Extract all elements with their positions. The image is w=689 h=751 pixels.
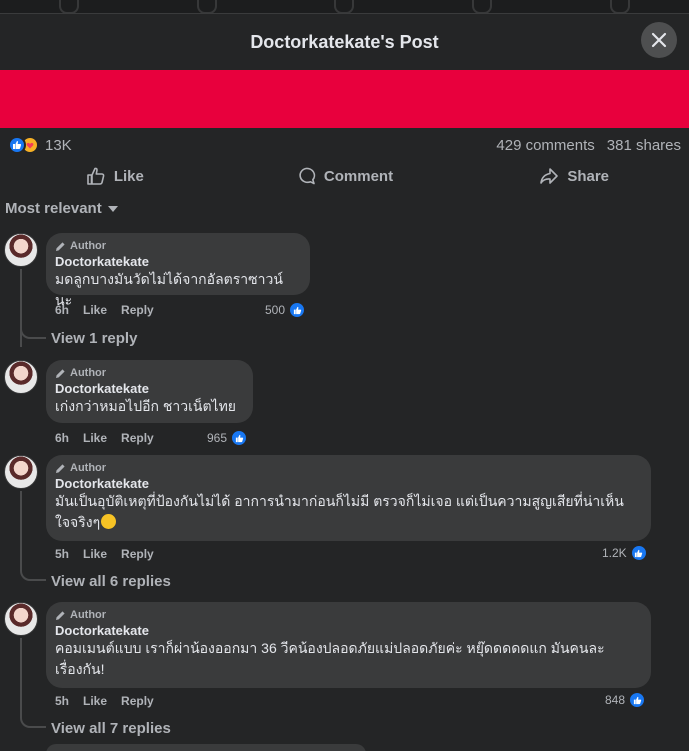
pen-icon [56,241,65,251]
sad-face-emoji-icon [101,514,117,529]
comment-reply-button[interactable]: Reply [121,694,154,708]
share-icon [540,168,559,184]
comment-meta: 5h Like Reply [55,694,154,708]
marketplace-icon [472,0,493,13]
author-badge: Author [55,462,639,474]
comment-bubble: Author Doctorkatekate มดลูกบางมันวัดไม่ไ… [46,233,310,308]
view-replies-link[interactable]: View all 7 replies [51,720,171,737]
comment-icon [299,167,316,185]
thread-line [20,638,22,718]
like-label: Like [113,167,144,185]
like-reaction-icon [288,301,307,319]
reactions-summary[interactable]: 13K [8,136,72,154]
comment-reply-button[interactable]: Reply [121,303,154,317]
caret-down-icon [107,205,118,212]
avatar[interactable] [4,602,38,636]
dialog-title: Doctorkatekate's Post [250,31,439,52]
share-label: Share [567,167,610,185]
commenter-name[interactable]: Doctorkatekate [55,381,241,396]
pen-icon [56,368,65,378]
comment-like-count[interactable]: 965 [207,429,249,447]
author-badge: Author [55,240,298,252]
comment-item: Author Doctorkatekate มันเป็นอุบัติเหตุท… [0,455,689,595]
comment-like-count[interactable]: 848 [605,691,647,709]
comment-meta: 6h Like Reply [55,303,154,317]
avatar[interactable] [4,233,38,267]
comment-time[interactable]: 5h [55,694,69,708]
author-badge: Author [55,367,241,379]
commenter-name[interactable]: Doctorkatekate [55,623,639,638]
comment-like-button[interactable]: Like [83,303,107,317]
avatar[interactable] [4,455,38,489]
comments-count[interactable]: 429 comments [496,137,594,154]
thread-connector [20,567,46,581]
comment-meta: 6h Like Reply [55,431,154,445]
commenter-name[interactable]: Doctorkatekate [55,254,298,269]
comment-bubble: Author Doctorkatekate มันเป็นอุบัติเหตุท… [46,455,651,541]
comment-sort-dropdown[interactable]: Most relevant [5,200,118,217]
thread-connector [20,325,46,339]
comment-like-count[interactable]: 1.2K [602,544,648,562]
like-reaction-icon [628,691,647,709]
thread-connector [20,714,46,728]
comment-bubble: Author Doctorkatekate เก่งกว่าหมอไปอีก ช… [46,360,253,423]
shares-count[interactable]: 381 shares [607,137,681,154]
comment-like-button[interactable]: Like [83,547,107,561]
comment-like-button[interactable]: Like [83,431,107,445]
comment-item: Author Doctorkatekate เก่งกว่าหมอไปอีก ช… [0,360,689,450]
share-button[interactable]: Share [459,160,689,192]
comment-reply-button[interactable]: Reply [121,547,154,561]
comment-label: Comment [323,167,394,185]
comment-time[interactable]: 6h [55,303,69,317]
comment-bubble: Author Doctorkatekate คอมเมนต์แบบ เราก็ผ… [46,602,651,688]
reaction-count: 13K [45,136,72,154]
avatar[interactable] [4,360,38,394]
comment-text-line: มันเป็นอุบัติเหตุที่ป้องกันไม่ได้ อาการน… [55,493,624,509]
like-reaction-icon [230,429,249,447]
comment-text-line: คอมเมนต์แบบ เราก็ผ่าน้องออกมา 36 วีคน้อง… [55,640,605,656]
sort-label: Most relevant [5,200,102,217]
thread-line [20,491,22,571]
comment-time[interactable]: 6h [55,431,69,445]
pen-icon [56,463,65,473]
post-stats: 13K 429 comments 381 shares [0,132,689,158]
view-replies-link[interactable]: View 1 reply [51,330,137,347]
comment-meta: 5h Like Reply [55,547,154,561]
comment-like-count[interactable]: 500 [265,301,307,319]
comment-button[interactable]: Comment [230,160,460,192]
post-image[interactable] [0,70,689,128]
comment-text: เก่งกว่าหมอไปอีก ชาวเน็ตไทย [55,398,237,414]
author-badge: Author [55,609,639,621]
comment-text-line: ใจจริงๆ [55,512,639,533]
comment-item: Author Doctorkatekate คอมเมนต์แบบ เราก็ผ… [0,602,689,742]
close-button[interactable] [641,22,677,58]
comment-reply-button[interactable]: Reply [121,431,154,445]
friends-icon [196,0,217,13]
close-icon [651,32,667,48]
background-nav-strip [0,0,689,14]
like-reaction-icon [8,136,26,154]
like-button[interactable]: Like [0,160,230,192]
home-icon [58,0,79,13]
like-reaction-icon [629,544,648,562]
comment-item: Author Doctorkatekate มดลูกบางมันวัดไม่ไ… [0,233,689,353]
thumbs-up-icon [87,167,105,185]
view-replies-link[interactable]: View all 6 replies [51,573,171,590]
comment-time[interactable]: 5h [55,547,69,561]
next-comment-bubble [46,744,366,751]
gaming-icon [610,0,631,13]
comment-text-line: เรื่องกัน! [55,661,105,677]
post-actions: Like Comment Share [0,160,689,192]
pen-icon [56,610,65,620]
commenter-name[interactable]: Doctorkatekate [55,476,639,491]
comment-like-button[interactable]: Like [83,694,107,708]
video-icon [334,0,355,13]
post-dialog-header: Doctorkatekate's Post [0,14,689,70]
